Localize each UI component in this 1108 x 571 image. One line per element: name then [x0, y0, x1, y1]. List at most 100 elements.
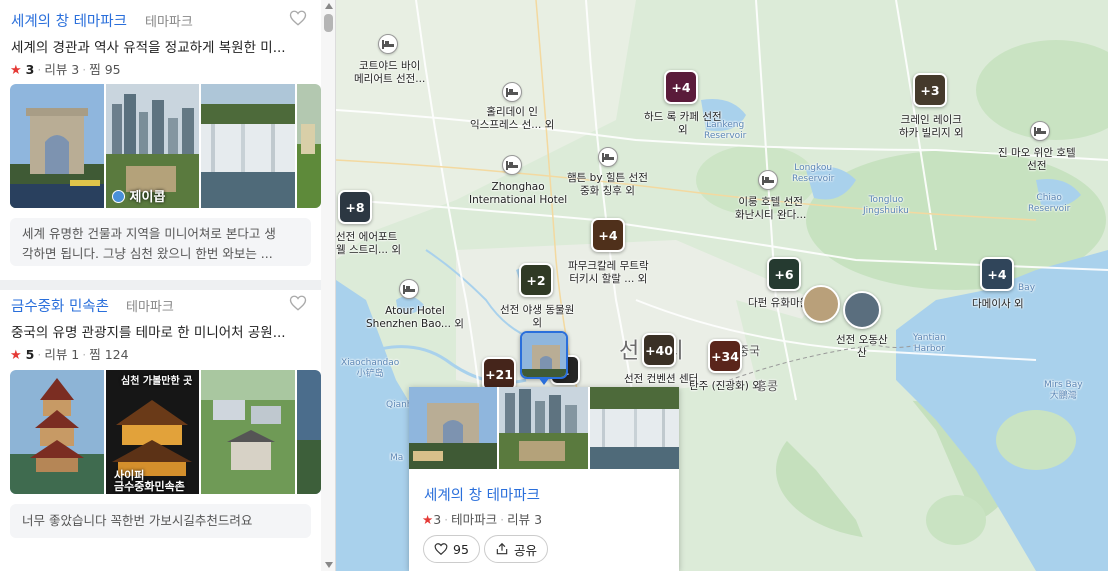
hotel-label[interactable]: 홀리데이 인 익스프레스 선... 외 [470, 106, 554, 132]
scrollbar-thumb[interactable] [324, 14, 333, 32]
hotel-marker[interactable] [1030, 121, 1050, 141]
bed-icon [602, 153, 614, 162]
cluster-marker[interactable]: +4 [980, 257, 1014, 291]
photo-marker-label[interactable]: 선전 오동산 산 [836, 334, 888, 360]
place-description: 세계의 경관과 역사 유적을 정교하게 복원한 미... [11, 40, 286, 56]
scroll-down-arrow[interactable] [325, 562, 333, 568]
bed-icon [506, 161, 518, 170]
hotel-marker[interactable] [758, 170, 778, 190]
review-count[interactable]: 리뷰 3 [44, 62, 79, 77]
place-name[interactable]: 금수중화 민속촌 [11, 295, 109, 316]
place-category: 테마파크 [126, 300, 174, 315]
marker-pointer [538, 377, 550, 385]
photo-extra[interactable] [297, 84, 321, 208]
popup-photo[interactable] [590, 387, 679, 469]
bed-icon [403, 285, 415, 294]
user-icon [112, 190, 125, 203]
cluster-marker[interactable]: +3 [913, 73, 947, 107]
share-icon [496, 542, 508, 555]
photo-strip[interactable]: 제이콥 [10, 84, 321, 208]
photo-night-temple[interactable]: 심천 가볼만한 곳 사이퍼 금수중화민속촌 [106, 370, 199, 494]
popup-photo[interactable] [409, 387, 497, 469]
photo-extra[interactable] [297, 370, 321, 494]
water-label: Yantian Harbor [913, 333, 946, 354]
share-label: 공유 [514, 542, 538, 558]
star-icon: ★ [10, 348, 22, 363]
photo-pagoda[interactable] [10, 370, 104, 494]
cluster-label[interactable]: 탄주 (진광화) 외 [689, 380, 762, 393]
bed-icon [1034, 127, 1046, 136]
cluster-label[interactable]: 선전 에어포트 웰 스트리... 외 [336, 231, 401, 257]
place-name[interactable]: 세계의 창 테마파크 [11, 10, 127, 31]
hotel-marker[interactable] [598, 147, 618, 167]
cluster-marker[interactable]: +4 [664, 70, 698, 104]
hotel-label[interactable]: 이룽 호텔 선전 화난시티 완다... [735, 196, 806, 222]
photo-arc-de-triomphe[interactable] [10, 84, 104, 208]
cluster-marker[interactable]: +21 [482, 357, 516, 391]
photo-marker[interactable] [802, 285, 840, 323]
save-count: 찜 95 [89, 62, 121, 77]
photo-skyline[interactable]: 제이콥 [106, 84, 199, 208]
popup-category: 테마파크 [451, 512, 498, 527]
hotel-label[interactable]: Atour Hotel Shenzhen Bao... 외 [366, 305, 464, 331]
cluster-marker[interactable]: +40 [642, 333, 676, 367]
cluster-marker[interactable]: +6 [767, 257, 801, 291]
hotel-label[interactable]: 진 마오 위안 호텔 선전 [998, 147, 1076, 173]
place-card[interactable]: 세계의 창 테마파크 테마파크 세계의 경관과 역사 유적을 정교하게 복원한 … [0, 7, 321, 272]
place-popup-card[interactable]: 세계의 창 테마파크 ★3 · 테마파크 · 리뷰 3 95 공유 [409, 387, 679, 571]
star-icon: ★ [422, 512, 434, 527]
place-list-panel: 세계의 창 테마파크 테마파크 세계의 경관과 역사 유적을 정교하게 복원한 … [0, 0, 336, 571]
water-label: Longkou Reservoir [792, 163, 835, 184]
rating-value: 3 [25, 62, 35, 77]
cluster-marker[interactable]: +34 [708, 339, 742, 373]
cluster-marker[interactable]: +2 [519, 263, 553, 297]
heart-icon[interactable] [289, 9, 307, 27]
photo-strip[interactable]: 심천 가볼만한 곳 사이퍼 금수중화민속촌 [10, 370, 321, 494]
cluster-marker[interactable]: +4 [591, 218, 625, 252]
water-label: Ma [390, 453, 404, 463]
bed-icon [506, 88, 518, 97]
popup-place-name[interactable]: 세계의 창 테마파크 [424, 484, 540, 505]
place-card[interactable]: 금수중화 민속촌 테마파크 중국의 유명 관광지를 테마로 한 미니어처 공원.… [0, 292, 321, 571]
hotel-marker[interactable] [502, 82, 522, 102]
cluster-label[interactable]: 다펀 유화마을 [748, 297, 809, 310]
cluster-label[interactable]: 선전 야생 동물원 외 [500, 304, 574, 330]
cluster-label[interactable]: 선전 컨벤션 센터 [624, 373, 698, 386]
water-label: Chiao Reservoir [1028, 193, 1071, 214]
photo-miniature[interactable] [201, 370, 295, 494]
review-count[interactable]: 리뷰 1 [44, 347, 79, 362]
place-category: 테마파크 [145, 15, 193, 30]
cluster-label[interactable]: 파무크칼레 무트락 터키시 할랄 ... 외 [568, 260, 649, 286]
review-snippet[interactable]: 세계 유명한 건물과 지역을 미니어쳐로 본다고 생 각하면 됩니다. 그냥 심… [10, 218, 311, 266]
photo-overlay-text: 사이퍼 금수중화민속촌 [114, 469, 185, 493]
scrollbar[interactable] [321, 0, 335, 571]
like-count: 95 [453, 541, 469, 557]
cluster-label[interactable]: 하드 록 카페 선전 외 [644, 111, 722, 137]
hotel-marker[interactable] [378, 34, 398, 54]
water-label: Tongluo Jingshuiku [863, 195, 909, 216]
app-window: 세계의 창 테마파크 테마파크 세계의 경관과 역사 유적을 정교하게 복원한 … [0, 0, 1108, 571]
hotel-label[interactable]: Zhonghao International Hotel [469, 181, 567, 207]
cluster-label[interactable]: 다메이사 외 [972, 298, 1024, 311]
photo-marker[interactable] [843, 291, 881, 329]
cluster-label[interactable]: 크레인 레이크 하카 빌리지 외 [899, 114, 964, 140]
scroll-up-arrow[interactable] [325, 3, 333, 9]
place-description: 중국의 유명 관광지를 테마로 한 미니어처 공원... [11, 325, 286, 341]
like-button[interactable]: 95 [423, 535, 480, 563]
photo-waterfall[interactable] [201, 84, 295, 208]
water-label: Mirs Bay 大鵬灣 [1044, 380, 1083, 401]
hotel-marker[interactable] [502, 155, 522, 175]
hotel-label[interactable]: 햄튼 by 힐튼 선전 중화 칭후 외 [567, 172, 648, 198]
hotel-label[interactable]: 코트야드 바이 메리어트 선전... [354, 60, 425, 86]
place-title-row: 세계의 창 테마파크 테마파크 [11, 7, 311, 31]
cluster-marker[interactable]: +8 [338, 190, 372, 224]
hotel-marker[interactable] [399, 279, 419, 299]
popup-photo[interactable] [499, 387, 588, 469]
heart-icon[interactable] [289, 294, 307, 312]
place-title-row: 금수중화 민속촌 테마파크 [11, 292, 311, 316]
share-button[interactable]: 공유 [484, 535, 549, 563]
selected-place-marker[interactable] [520, 331, 568, 379]
review-count[interactable]: 리뷰 3 [507, 512, 542, 527]
review-snippet[interactable]: 너무 좋았습니다 꼭한번 가보시길추천드려요 [10, 504, 311, 538]
star-icon: ★ [10, 63, 22, 78]
